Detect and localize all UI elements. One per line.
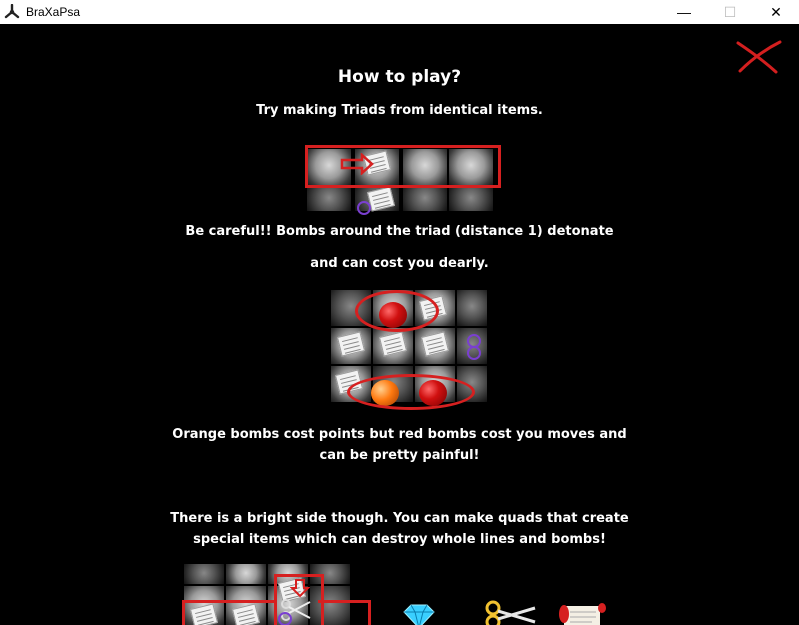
window-controls: — ☐ ✕: [661, 0, 799, 24]
down-arrow-icon: [290, 579, 310, 598]
minimize-button[interactable]: —: [661, 0, 707, 24]
help-line-quads-1: There is a bright side though. You can m…: [170, 511, 629, 526]
swap-arrow-icon: [340, 153, 374, 175]
help-heading: How to play?: [337, 67, 462, 87]
triad-example-image: [285, 139, 515, 215]
window-titlebar: BraXaPsa — ☐ ✕: [0, 0, 799, 24]
diamond-icon: [403, 604, 435, 625]
scissors-icon: [485, 600, 536, 625]
help-line-colors-1: Orange bombs cost points but red bombs c…: [172, 427, 627, 442]
quad-example-image: [180, 562, 380, 625]
help-line-colors-2: can be pretty painful!: [319, 448, 480, 463]
window-title: BraXaPsa: [26, 5, 81, 19]
help-line-bombs-1: Be careful!! Bombs around the triad (dis…: [185, 224, 614, 239]
help-line-bombs-2: and can cost you dearly.: [310, 256, 489, 271]
maximize-button[interactable]: ☐: [707, 0, 753, 24]
scroll-icon: [559, 603, 606, 625]
bomb-example-image: [325, 286, 495, 411]
help-line-quads-2: special items which can destroy whole li…: [193, 532, 606, 547]
app-icon: [4, 4, 20, 19]
help-line-triads: Try making Triads from identical items.: [256, 103, 543, 118]
help-screen: How to play? Try making Triads from iden…: [0, 24, 799, 625]
close-window-button[interactable]: ✕: [753, 0, 799, 24]
